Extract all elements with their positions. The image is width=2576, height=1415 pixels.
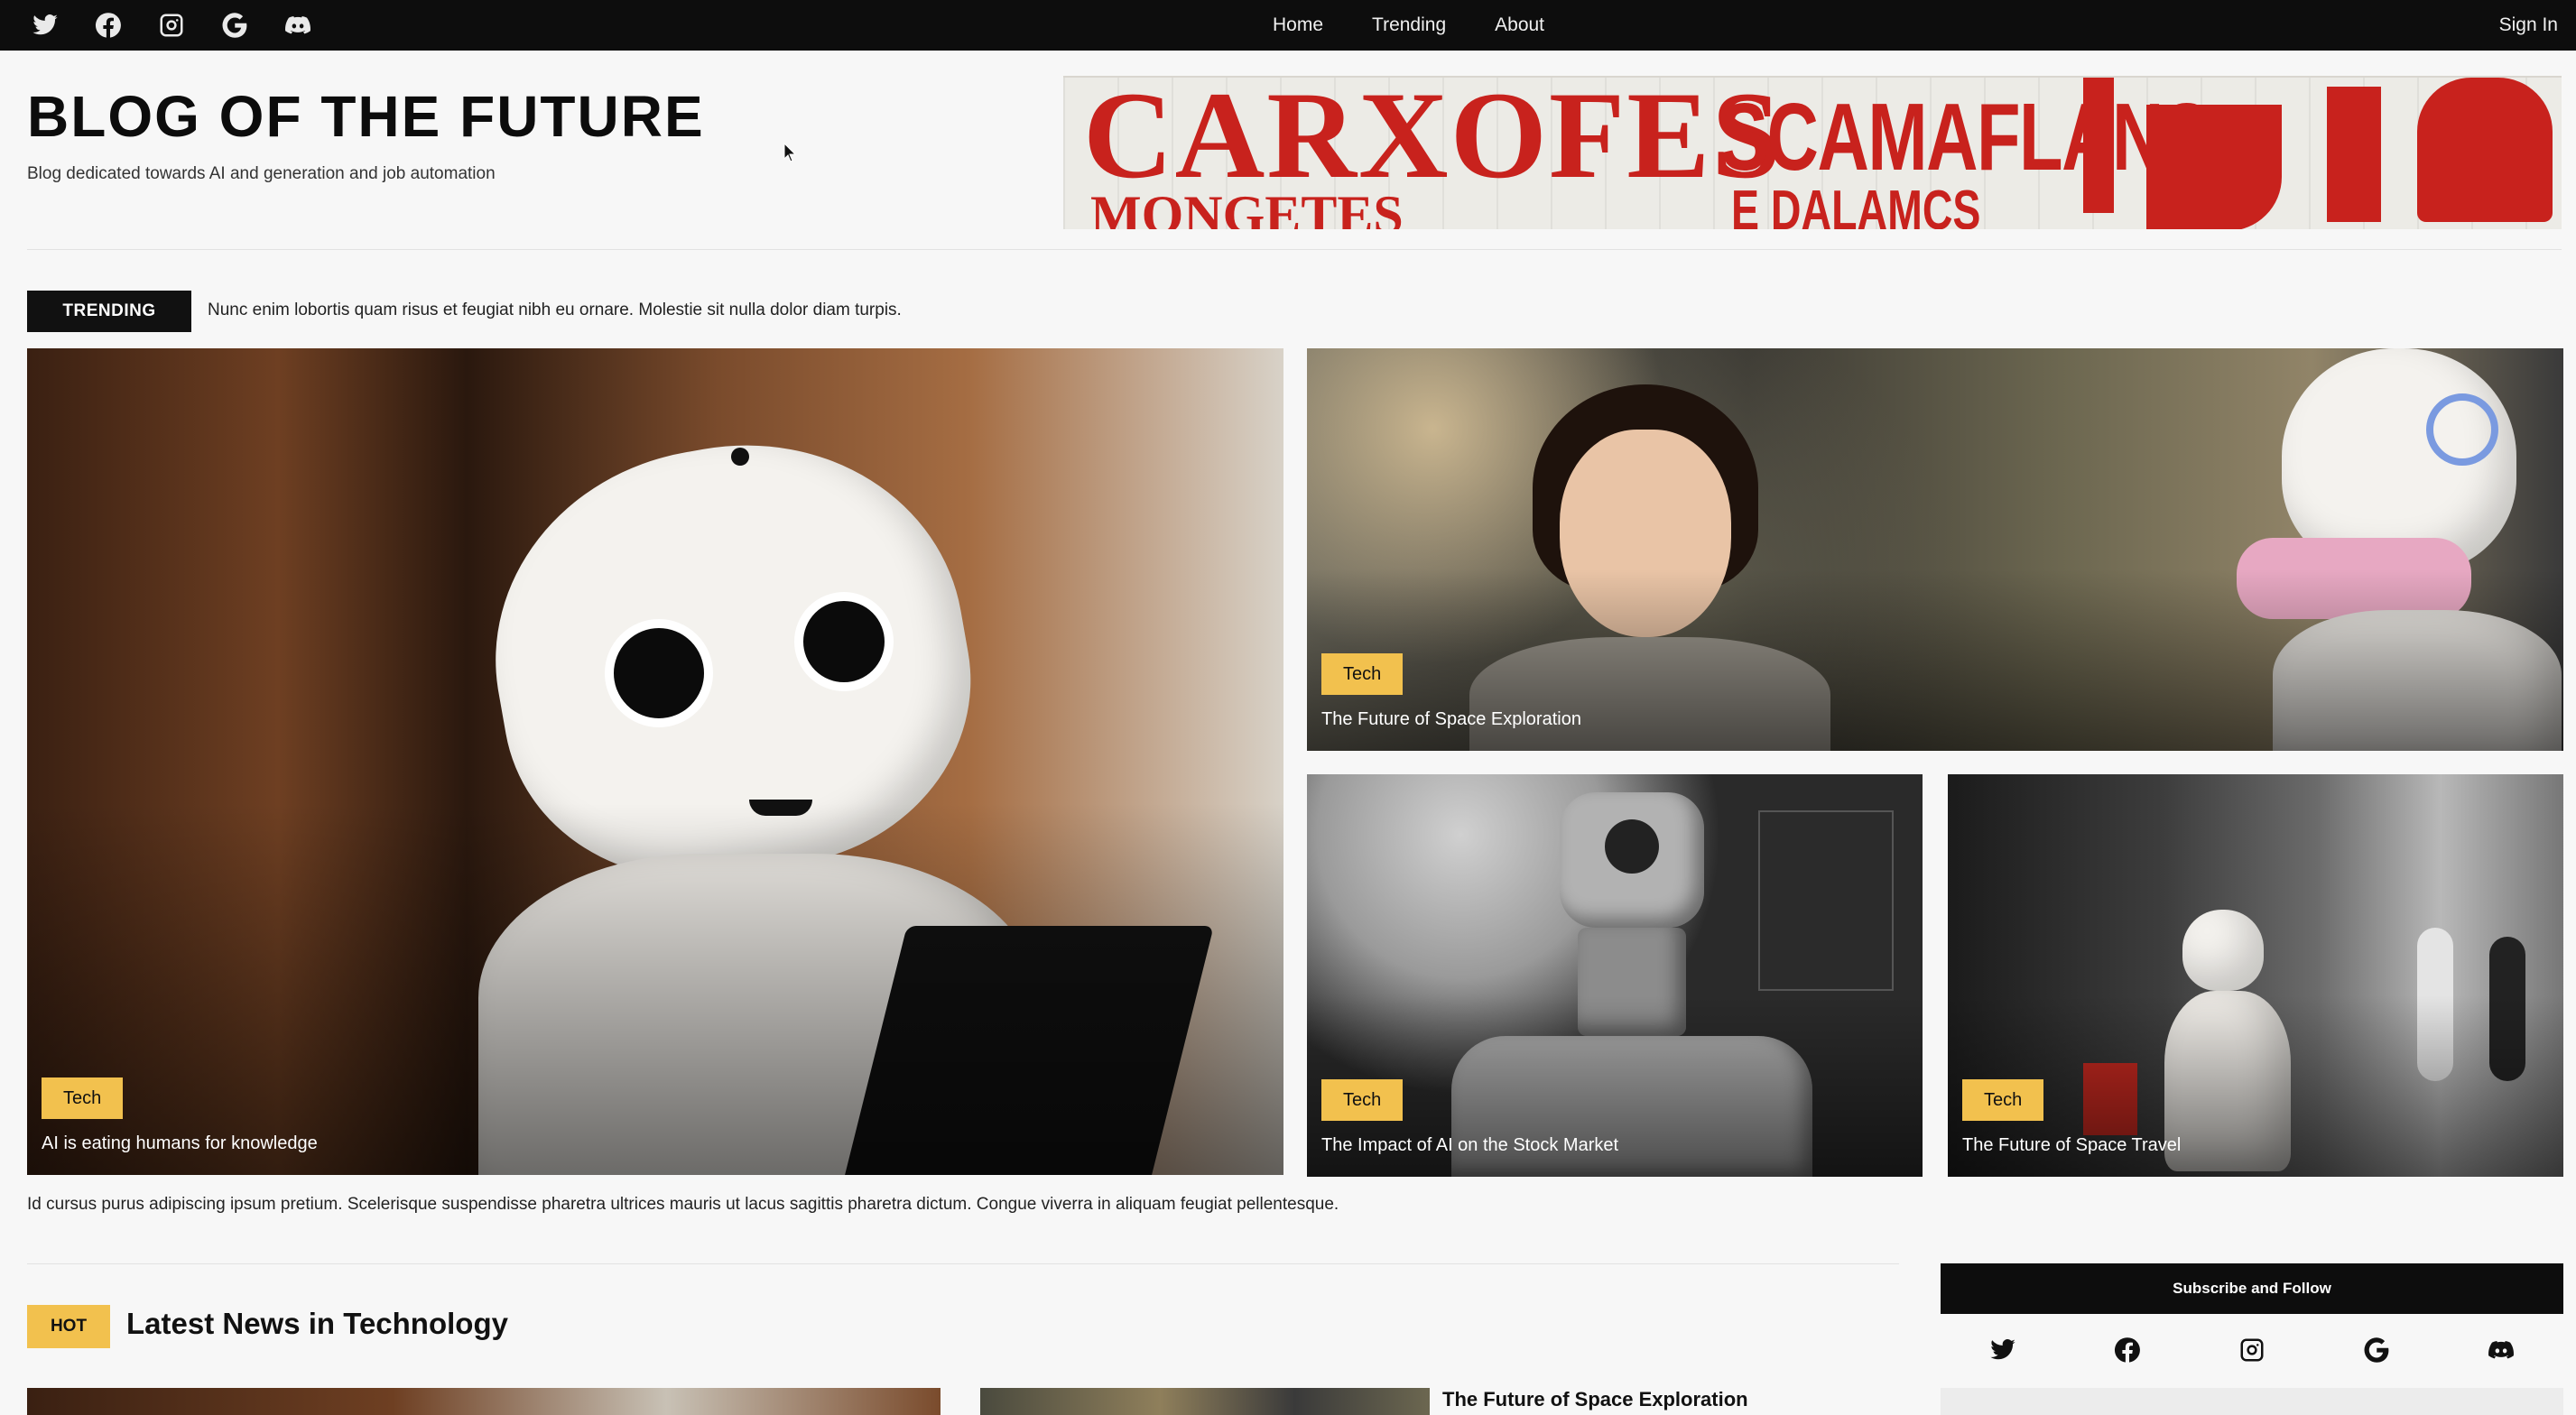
- facebook-icon[interactable]: [88, 5, 128, 45]
- section-divider: [27, 1263, 1899, 1264]
- instagram-icon[interactable]: [2232, 1330, 2272, 1370]
- mouse-cursor-icon: [783, 143, 796, 162]
- site-title[interactable]: BLOG OF THE FUTURE: [27, 83, 705, 150]
- banner-graphic-block: [2417, 78, 2553, 222]
- google-icon[interactable]: [215, 5, 255, 45]
- main-menu: Home Trending About: [1273, 7, 1544, 43]
- header-divider: [27, 249, 2562, 250]
- banner-word-1: CARXOFES: [1083, 76, 1784, 204]
- instagram-icon[interactable]: [152, 5, 191, 45]
- banner-word-2: SCAMAFLANS: [1720, 84, 2210, 190]
- trending-ticker-text[interactable]: Nunc enim lobortis quam risus et feugiat…: [208, 301, 902, 320]
- feature-card-bottom-right[interactable]: Tech The Future of Space Travel: [1948, 774, 2563, 1177]
- latest-news-heading: Latest News in Technology: [126, 1307, 508, 1340]
- sidebar-next-panel: [1941, 1388, 2563, 1415]
- feature-card-bottom-middle[interactable]: Tech The Impact of AI on the Stock Marke…: [1307, 774, 1923, 1177]
- latest-article-title[interactable]: The Future of Space Exploration: [1442, 1388, 1748, 1411]
- top-navbar: Home Trending About Sign In: [0, 0, 2576, 51]
- hot-badge: HOT: [27, 1305, 110, 1348]
- card-title[interactable]: AI is eating humans for knowledge: [42, 1133, 318, 1154]
- feature-grid-description: Id cursus purus adipiscing ipsum pretium…: [27, 1195, 1339, 1214]
- feature-card-top-right[interactable]: Tech The Future of Space Exploration: [1307, 348, 2563, 751]
- menu-home-link[interactable]: Home: [1273, 7, 1323, 43]
- category-badge[interactable]: Tech: [1321, 653, 1404, 695]
- menu-about-link[interactable]: About: [1495, 7, 1544, 43]
- header-social-icons: [25, 5, 318, 45]
- banner-word-3: MONGETES: [1090, 185, 1404, 229]
- facebook-icon[interactable]: [2108, 1330, 2147, 1370]
- subscribe-follow-heading: Subscribe and Follow: [1941, 1263, 2563, 1314]
- card-overlay: [27, 802, 1283, 1175]
- card-title[interactable]: The Impact of AI on the Stock Market: [1321, 1135, 1618, 1156]
- header-banner-ad[interactable]: CARXOFES SCAMAFLANS MONGETES E DALAMCS: [1063, 76, 2562, 229]
- discord-icon[interactable]: [2481, 1330, 2521, 1370]
- site-tagline: Blog dedicated towards AI and generation…: [27, 164, 496, 183]
- banner-graphic-block: [2083, 78, 2114, 213]
- card-title[interactable]: The Future of Space Exploration: [1321, 709, 1581, 730]
- category-badge[interactable]: Tech: [1321, 1079, 1404, 1121]
- discord-icon[interactable]: [278, 5, 318, 45]
- latest-article-thumbnail[interactable]: [980, 1388, 1430, 1415]
- latest-article-thumbnail[interactable]: [27, 1388, 941, 1415]
- banner-graphic-block: [2327, 87, 2381, 222]
- menu-trending-link[interactable]: Trending: [1372, 7, 1446, 43]
- google-icon[interactable]: [2357, 1330, 2396, 1370]
- feature-card-main[interactable]: Tech AI is eating humans for knowledge: [27, 348, 1283, 1175]
- twitter-icon[interactable]: [25, 5, 65, 45]
- sidebar-social-icons: [1941, 1323, 2563, 1377]
- category-badge[interactable]: Tech: [42, 1077, 124, 1119]
- banner-graphic-block: [2146, 105, 2282, 229]
- category-badge[interactable]: Tech: [1962, 1079, 2044, 1121]
- twitter-icon[interactable]: [1983, 1330, 2023, 1370]
- sign-in-link[interactable]: Sign In: [2499, 7, 2558, 43]
- card-title[interactable]: The Future of Space Travel: [1962, 1135, 2181, 1156]
- trending-label: TRENDING: [27, 291, 191, 332]
- banner-word-4: E DALAMCS: [1731, 180, 1981, 229]
